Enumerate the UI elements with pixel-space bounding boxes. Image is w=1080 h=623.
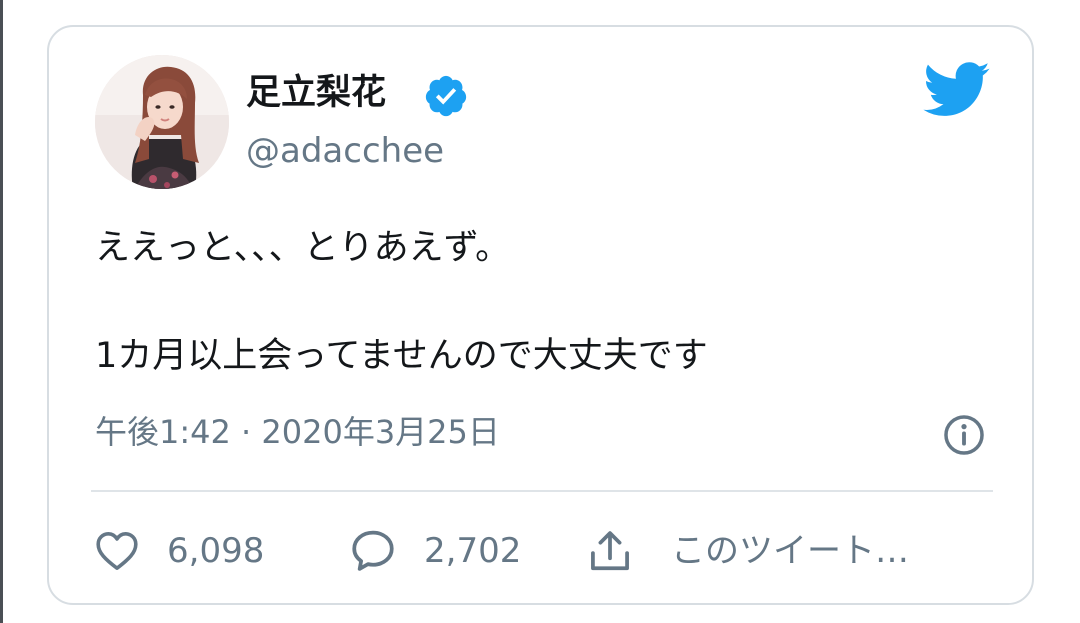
tweet-card[interactable]: 足立梨花 @adacchee ええっと、、、とりあえず。 1カ月以上会ってません… — [47, 25, 1034, 605]
like-button[interactable]: 6,098 — [93, 524, 264, 578]
heart-icon — [96, 532, 138, 570]
verified-badge-icon — [425, 75, 467, 117]
like-count: 6,098 — [167, 531, 265, 571]
share-upload-icon — [591, 531, 629, 571]
share-button[interactable]: このツイート… — [585, 524, 909, 578]
reply-count: 2,702 — [424, 531, 522, 571]
share-label: このツイート… — [671, 531, 909, 571]
avatar[interactable] — [95, 55, 229, 189]
screen-edge — [0, 0, 3, 623]
user-handle[interactable]: @adacchee — [246, 129, 444, 173]
speech-bubble-icon — [352, 530, 394, 571]
avatar-photo — [95, 55, 229, 189]
tweet-text-line-2: 1カ月以上会ってませんので大丈夫です — [95, 336, 708, 376]
divider — [91, 490, 993, 492]
display-name[interactable]: 足立梨花 — [246, 71, 386, 115]
tweet-text-line-1: ええっと、、、とりあえず。 — [95, 228, 511, 268]
tweet-timestamp[interactable]: 午後1:42 · 2020年3月25日 — [95, 410, 500, 454]
reply-button[interactable]: 2,702 — [348, 524, 521, 578]
info-icon[interactable] — [943, 414, 985, 456]
twitter-bird-icon[interactable] — [923, 62, 991, 118]
